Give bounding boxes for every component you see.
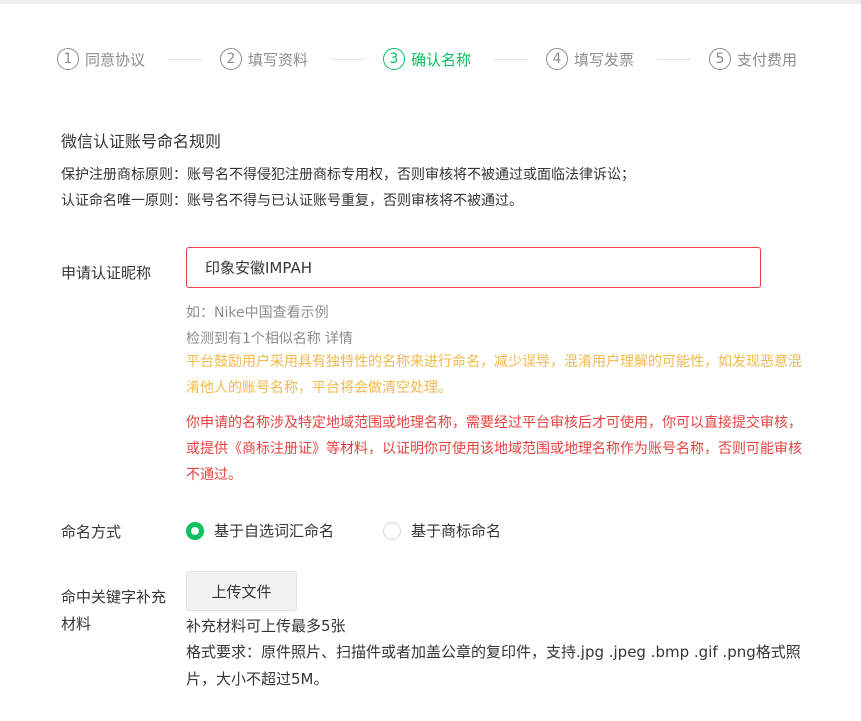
- step-label: 确认名称: [411, 50, 472, 69]
- radio-label: 基于自选词汇命名: [214, 522, 335, 540]
- step-connector: [494, 59, 528, 60]
- step-connector: [657, 59, 691, 60]
- geographic-name-warning: 你申请的名称涉及特定地域范围或地理名称，需要经过平台审核后才可使用，你可以直接提…: [186, 415, 802, 483]
- step-connector: [168, 59, 202, 60]
- step-label: 同意协议: [85, 50, 146, 69]
- step-label: 支付费用: [737, 50, 798, 69]
- step-payment: 5 支付费用: [709, 44, 797, 74]
- upload-limit-note: 补充材料可上传最多5张: [186, 617, 346, 635]
- step-number: 4: [546, 48, 568, 70]
- radio-custom-words[interactable]: 基于自选词汇命名: [186, 520, 334, 541]
- rule-trademark: 保护注册商标原则：账号名不得侵犯注册商标专用权，否则审核将不被通过或面临法律诉讼…: [61, 167, 635, 183]
- upload-file-button[interactable]: 上传文件: [186, 571, 297, 611]
- step-number: 2: [220, 48, 242, 70]
- step-connector: [331, 59, 365, 60]
- naming-method-label: 命名方式: [61, 523, 122, 541]
- similar-name-hint: 检测到有1个相似名称 详情: [186, 328, 353, 348]
- step-number: 5: [709, 48, 731, 70]
- radio-trademark[interactable]: 基于商标命名: [383, 520, 501, 541]
- step-invoice: 4 填写发票: [546, 44, 634, 74]
- rules-title: 微信认证账号命名规则: [61, 132, 222, 151]
- keyword-material-label: 命中关键字补充材料: [61, 588, 167, 633]
- detail-link[interactable]: 详情: [325, 331, 353, 347]
- step-confirm-name: 3 确认名称: [383, 44, 471, 74]
- similar-name-text: 检测到有1个相似名称: [186, 331, 321, 347]
- name-field-label: 申请认证昵称: [61, 264, 152, 282]
- step-number: 3: [383, 48, 405, 70]
- radio-checked-icon: [186, 521, 204, 540]
- step-number: 1: [57, 48, 79, 70]
- step-agree: 1 同意协议: [57, 44, 145, 74]
- step-label: 填写资料: [248, 50, 309, 69]
- step-fill-info: 2 填写资料: [220, 44, 308, 74]
- step-label: 填写发票: [574, 50, 635, 69]
- top-divider: [0, 0, 861, 4]
- name-example-hint: 如：Nike中国查看示例: [186, 305, 329, 321]
- radio-label: 基于商标命名: [411, 522, 502, 540]
- upload-format-note: 格式要求：原件照片、扫描件或者加盖公章的复印件，支持.jpg .jpeg .bm…: [186, 643, 801, 688]
- radio-unchecked-icon: [383, 521, 401, 540]
- rule-unique: 认证命名唯一原则：账号名不得与已认证账号重复，否则审核将不被通过。: [61, 193, 523, 209]
- naming-encouragement-warning: 平台鼓励用户采用具有独特性的名称来进行命名，减少误导，混淆用户理解的可能性，如发…: [186, 354, 802, 396]
- nickname-input[interactable]: [186, 247, 761, 288]
- progress-steps: 1 同意协议 2 填写资料 3 确认名称 4 填写发票 5 支付费用: [0, 44, 861, 74]
